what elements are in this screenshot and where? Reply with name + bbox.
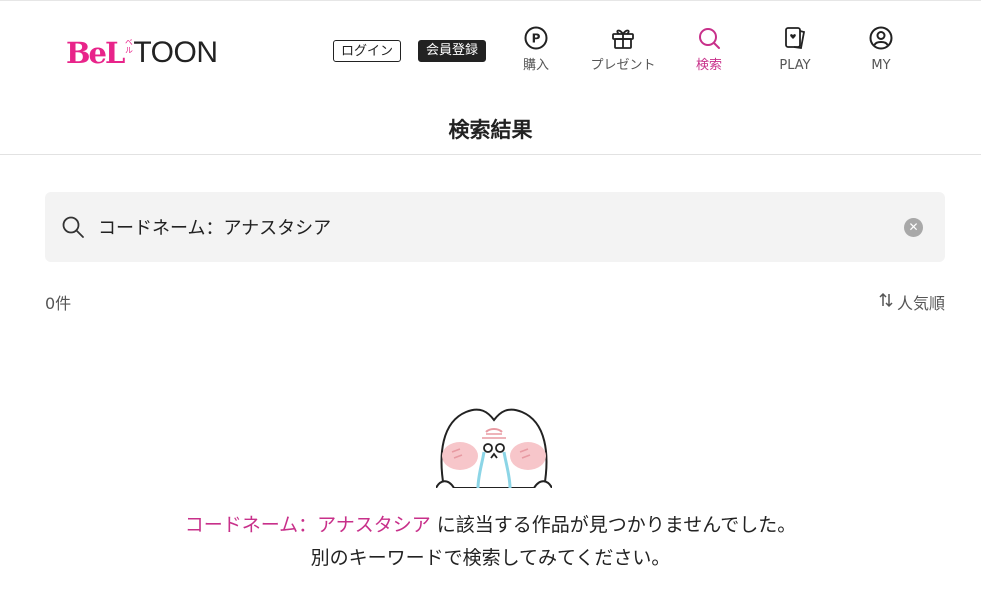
point-coin-icon: P bbox=[522, 24, 550, 52]
nav-play[interactable]: PLAY bbox=[755, 24, 835, 74]
nav-purchase[interactable]: P 購入 bbox=[496, 24, 576, 74]
nav-play-label: PLAY bbox=[779, 58, 811, 73]
sort-label: 人気順 bbox=[896, 294, 945, 313]
logo-toon: TOON bbox=[133, 36, 218, 69]
svg-text:P: P bbox=[532, 32, 541, 46]
search-icon bbox=[61, 215, 85, 239]
top-border bbox=[0, 0, 981, 1]
gift-icon bbox=[609, 24, 637, 52]
nav-present[interactable]: プレゼント bbox=[583, 24, 663, 74]
clear-icon[interactable]: ✕ bbox=[904, 218, 923, 237]
search-bar[interactable]: ✕ bbox=[45, 192, 945, 262]
empty-message-suffix: に該当する作品が見つかりませんでした。 bbox=[430, 514, 797, 536]
result-count: 0件 bbox=[45, 294, 72, 313]
nav-search-label: 検索 bbox=[695, 58, 722, 73]
cards-icon bbox=[781, 24, 809, 52]
nav-present-label: プレゼント bbox=[590, 58, 656, 73]
nav-my[interactable]: MY bbox=[841, 24, 921, 74]
empty-message-line2: 別のキーワードで検索してみてください。 bbox=[310, 547, 671, 569]
search-icon bbox=[695, 24, 723, 52]
sort-button[interactable]: 人気順 bbox=[878, 290, 945, 314]
empty-keyword: コードネーム：アナスタシア bbox=[184, 514, 431, 536]
nav-search[interactable]: 検索 bbox=[669, 24, 749, 74]
header-divider bbox=[0, 154, 981, 155]
logo[interactable]: BeL ベル TOON bbox=[66, 36, 218, 70]
search-input[interactable] bbox=[98, 213, 878, 241]
nav-my-label: MY bbox=[871, 58, 891, 73]
crying-mascot-icon bbox=[435, 404, 553, 489]
logo-bel: BeL bbox=[66, 36, 125, 70]
logo-belu: ベル bbox=[124, 38, 134, 54]
nav-purchase-label: 購入 bbox=[522, 58, 549, 73]
empty-message-line1: コードネーム：アナスタシア に該当する作品が見つかりませんでした。 bbox=[0, 510, 981, 537]
login-button[interactable]: ログイン bbox=[333, 40, 402, 62]
register-button[interactable]: 会員登録 bbox=[418, 40, 487, 62]
user-icon bbox=[867, 24, 895, 52]
sort-arrows-icon bbox=[878, 292, 894, 312]
page-title: 検索結果 bbox=[448, 118, 533, 142]
